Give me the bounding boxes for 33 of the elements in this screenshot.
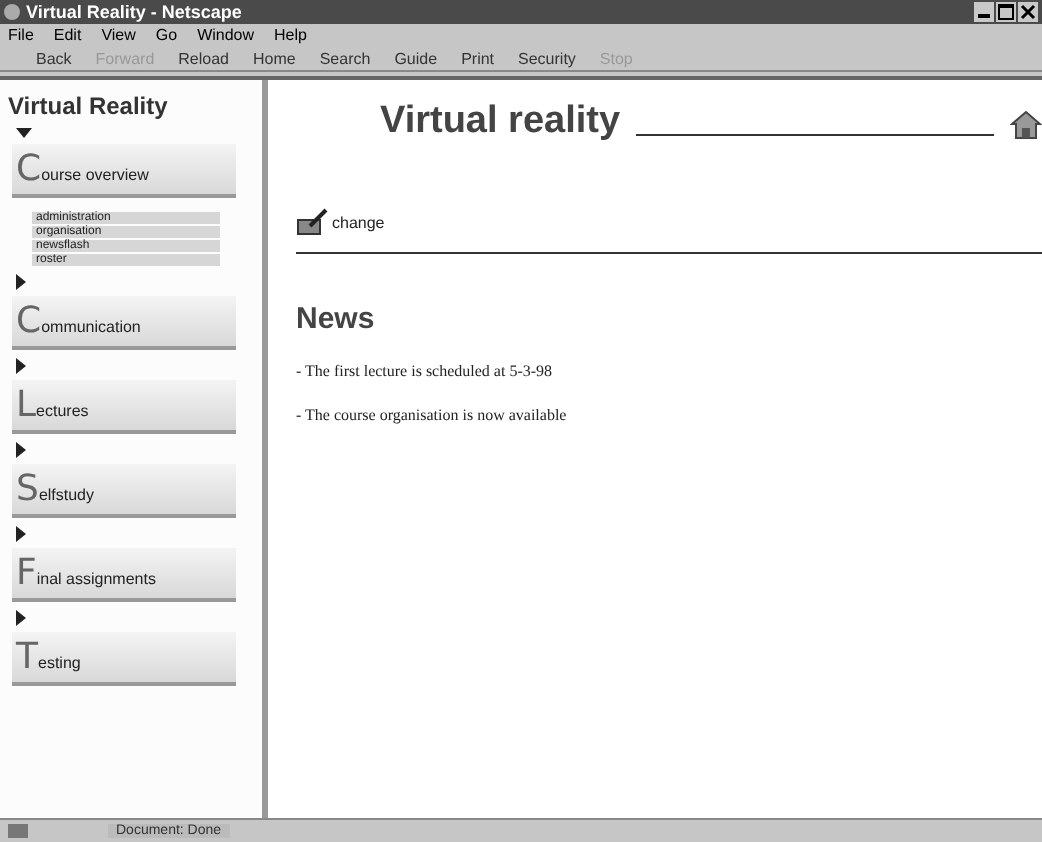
nav-button[interactable]: Selfstudy bbox=[12, 464, 236, 518]
menu-item[interactable]: Go bbox=[155, 26, 178, 44]
status-icon bbox=[8, 824, 28, 838]
menu-item[interactable]: View bbox=[101, 26, 136, 44]
nav-button[interactable]: Course overview bbox=[12, 144, 236, 198]
toolbar-button[interactable]: Reload bbox=[178, 49, 229, 67]
minimize-button[interactable] bbox=[974, 2, 994, 22]
window-title: Virtual Reality - Netscape bbox=[26, 2, 242, 22]
toolbar-button[interactable]: Search bbox=[319, 49, 371, 67]
news-item: - The first lecture is scheduled at 5-3-98 bbox=[296, 362, 555, 380]
house-icon[interactable] bbox=[1010, 108, 1042, 140]
nav-button[interactable]: Communication bbox=[12, 296, 236, 350]
toolbar-button[interactable]: Home bbox=[253, 49, 296, 67]
sidebar-title: Virtual Reality bbox=[8, 92, 170, 120]
change-link[interactable]: change bbox=[332, 213, 385, 231]
menu-item[interactable]: Window bbox=[197, 26, 255, 44]
section-heading: News bbox=[296, 302, 377, 336]
close-button[interactable] bbox=[1018, 2, 1038, 22]
menu-item[interactable]: File bbox=[8, 26, 34, 44]
pencil-icon bbox=[296, 208, 328, 236]
maximize-button[interactable] bbox=[996, 2, 1016, 22]
nav-button[interactable]: Lectures bbox=[12, 380, 236, 434]
menu-item[interactable]: Edit bbox=[53, 26, 82, 44]
news-item: - The course organisation is now available bbox=[296, 406, 569, 424]
menu-item[interactable]: Help bbox=[274, 26, 307, 44]
nav-button[interactable]: Final assignments bbox=[12, 548, 236, 602]
page-title: Virtual reality bbox=[380, 100, 621, 144]
toolbar-button[interactable]: Security bbox=[518, 49, 576, 67]
toolbar-button[interactable]: Back bbox=[36, 49, 72, 67]
nav-button[interactable]: Testing bbox=[12, 632, 236, 686]
app-icon bbox=[4, 4, 20, 20]
toolbar-button[interactable]: Guide bbox=[394, 49, 438, 67]
toolbar-button[interactable]: Print bbox=[461, 49, 495, 67]
